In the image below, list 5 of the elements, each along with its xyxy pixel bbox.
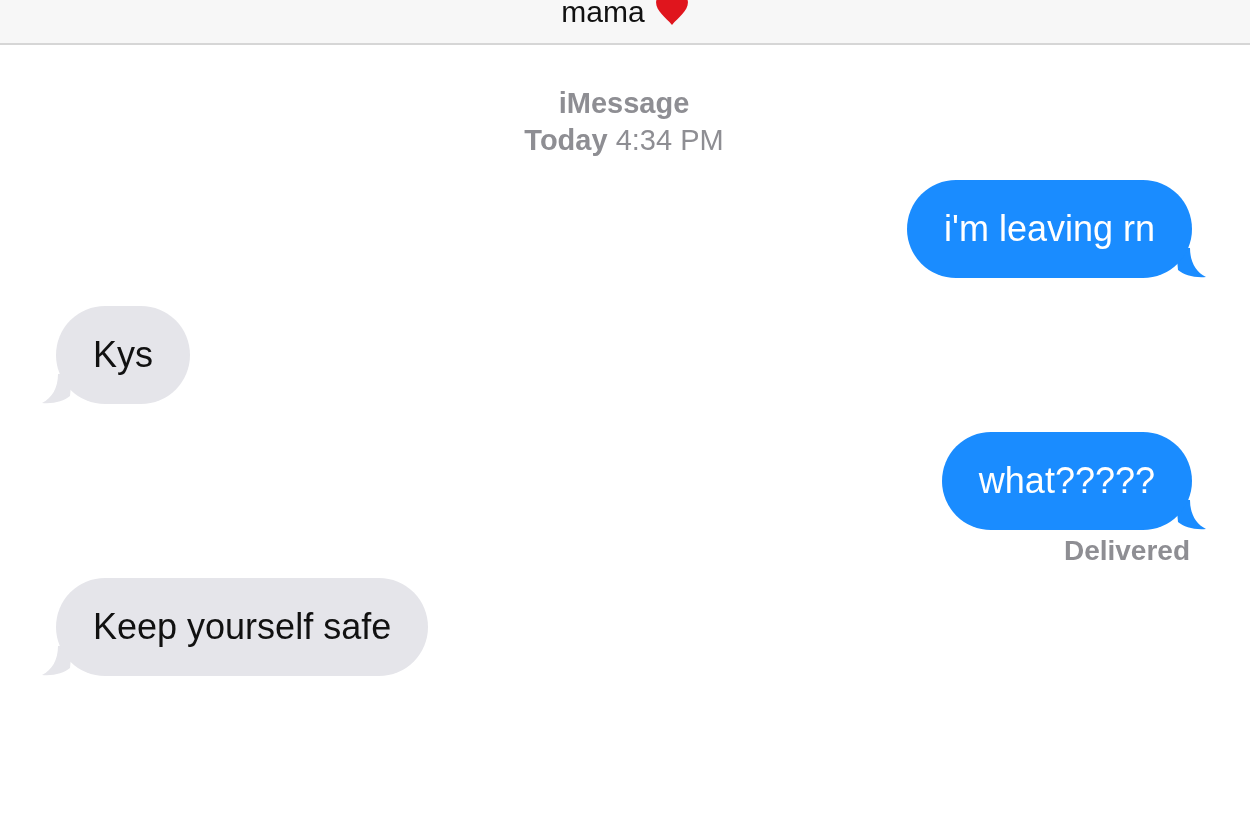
message-time: Today 4:34 PM — [524, 123, 724, 158]
contact-name: mama — [561, 0, 645, 24]
service-label: iMessage — [558, 86, 690, 121]
heart-icon — [654, 0, 689, 26]
delivery-status: Delivered — [1063, 534, 1190, 568]
